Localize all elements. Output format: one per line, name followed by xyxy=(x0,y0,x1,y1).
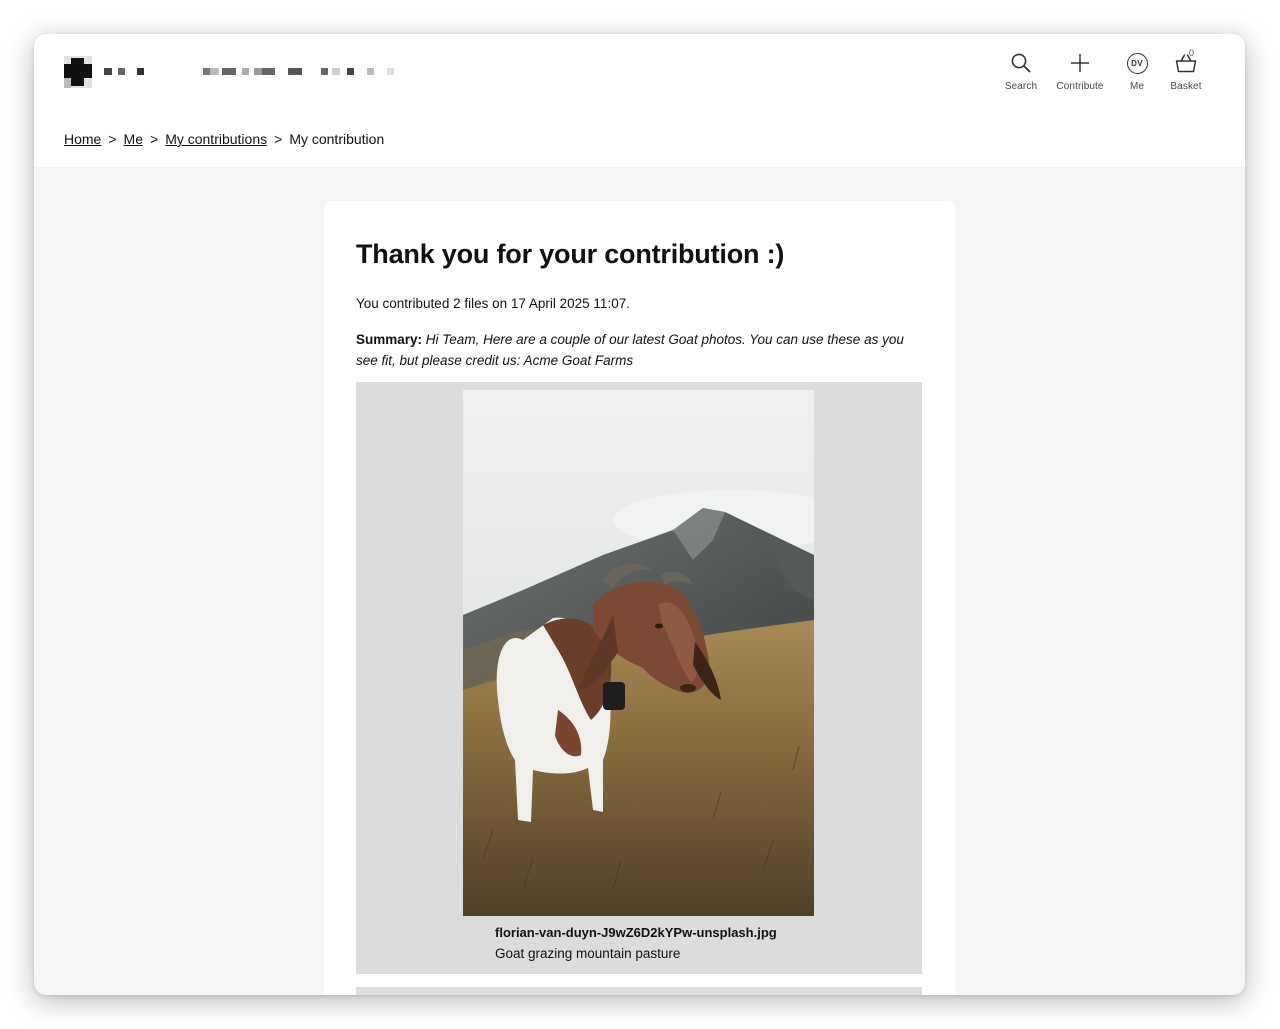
contribute-label: Contribute xyxy=(1056,81,1104,92)
avatar: DV xyxy=(1126,52,1148,74)
contribution-summary: Summary: Hi Team, Here are a couple of o… xyxy=(356,329,926,371)
file-thumbnail[interactable] xyxy=(463,390,814,916)
basket-count: 0 xyxy=(1189,48,1195,58)
page-title: Thank you for your contribution :) xyxy=(356,239,785,269)
breadcrumb-my-contributions[interactable]: My contributions xyxy=(165,131,267,147)
contribution-card: Thank you for your contribution :) You c… xyxy=(324,201,955,995)
file-item: florian-van-duyn-J9wZ6D2kYPw-unsplash.jp… xyxy=(356,382,922,974)
basket-label: Basket xyxy=(1170,81,1202,92)
search-button[interactable]: Search xyxy=(991,50,1051,92)
me-button[interactable]: DV Me xyxy=(1109,50,1165,92)
breadcrumb-home[interactable]: Home xyxy=(64,131,101,147)
breadcrumb-separator: > xyxy=(274,131,283,147)
browser-window: Search Contribute DV Me 0 Basket Home > … xyxy=(34,34,1245,995)
search-label: Search xyxy=(1004,81,1038,92)
file-description: Goat grazing mountain pasture xyxy=(495,946,681,961)
summary-text: Hi Team, Here are a couple of our latest… xyxy=(356,332,904,368)
plus-icon xyxy=(1067,50,1093,76)
header-actions: Search Contribute DV Me 0 Basket xyxy=(991,48,1207,92)
file-name: florian-van-duyn-J9wZ6D2kYPw-unsplash.jp… xyxy=(495,925,777,940)
file-item xyxy=(356,987,922,995)
basket-icon xyxy=(1173,50,1199,76)
breadcrumb: Home > Me > My contributions > My contri… xyxy=(64,131,384,147)
contribute-button[interactable]: Contribute xyxy=(1051,50,1109,92)
basket-button[interactable]: 0 Basket xyxy=(1165,48,1207,92)
logo[interactable] xyxy=(64,56,404,90)
search-icon xyxy=(1008,50,1034,76)
breadcrumb-current: My contribution xyxy=(289,131,385,147)
contribution-info: You contributed 2 files on 17 April 2025… xyxy=(356,296,630,311)
avatar-icon: DV xyxy=(1124,50,1150,76)
breadcrumb-separator: > xyxy=(108,131,117,147)
me-label: Me xyxy=(1129,81,1145,92)
breadcrumb-me[interactable]: Me xyxy=(124,131,143,147)
breadcrumb-separator: > xyxy=(150,131,159,147)
summary-label: Summary: xyxy=(356,332,423,347)
header: Search Contribute DV Me 0 Basket Home > … xyxy=(34,34,1245,167)
